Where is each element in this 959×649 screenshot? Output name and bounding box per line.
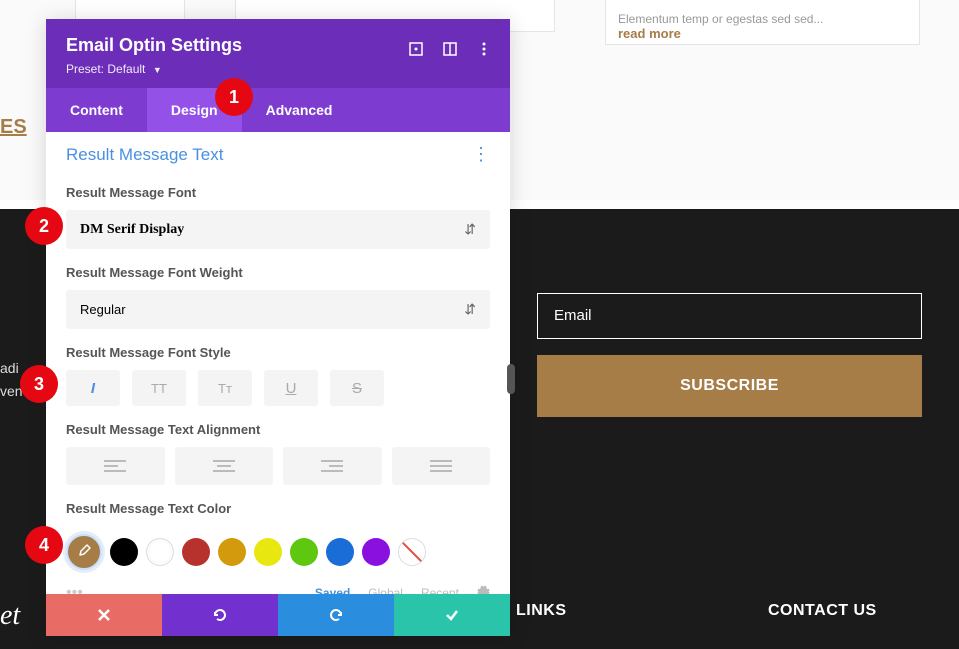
bg-text-fragment-3: et: [0, 600, 20, 632]
color-swatches: [46, 534, 510, 570]
panel-preset[interactable]: Preset: Default ▼: [66, 60, 490, 78]
align-center-button[interactable]: [175, 447, 274, 485]
align-field: Result Message Text Alignment: [46, 414, 510, 493]
chevron-down-icon: ▼: [153, 65, 162, 75]
color-swatch-purple[interactable]: [362, 538, 390, 566]
style-field: Result Message Font Style I TT Tᴛ U S: [46, 337, 510, 414]
panel-header: Email Optin Settings Preset: Default ▼: [46, 19, 510, 88]
weight-label: Result Message Font Weight: [66, 265, 490, 280]
style-italic-button[interactable]: I: [66, 370, 120, 406]
style-buttons: I TT Tᴛ U S: [66, 370, 490, 406]
color-swatch-yellow[interactable]: [254, 538, 282, 566]
font-select[interactable]: DM Serif Display ⇵: [66, 210, 490, 249]
annotation-badge-4: 4: [25, 526, 63, 564]
expand-icon[interactable]: [408, 41, 424, 57]
section-title: Result Message Text: [66, 145, 223, 165]
bg-text-fragment-1: adi: [0, 360, 19, 376]
color-label: Result Message Text Color: [66, 501, 490, 516]
font-label: Result Message Font: [66, 185, 490, 200]
settings-panel: Email Optin Settings Preset: Default ▼ C…: [46, 19, 510, 636]
color-picker-button[interactable]: [66, 534, 102, 570]
footer-links-heading: LINKS: [516, 602, 567, 620]
header-icons: [408, 41, 492, 57]
annotation-badge-2: 2: [25, 207, 63, 245]
align-right-button[interactable]: [283, 447, 382, 485]
align-justify-button[interactable]: [392, 447, 491, 485]
color-swatch-darkred[interactable]: [182, 538, 210, 566]
read-more-link[interactable]: read more: [618, 26, 907, 41]
color-swatch-white[interactable]: [146, 538, 174, 566]
color-swatch-blue[interactable]: [326, 538, 354, 566]
annotation-badge-1: 1: [215, 78, 253, 116]
subscribe-button[interactable]: SUBSCRIBE: [537, 355, 922, 417]
align-left-button[interactable]: [66, 447, 165, 485]
bg-card-3: Elementum temp or egestas sed sed... rea…: [605, 0, 920, 45]
color-swatch-black[interactable]: [110, 538, 138, 566]
undo-button[interactable]: [162, 594, 278, 636]
scrollbar[interactable]: [507, 364, 515, 394]
email-placeholder: Email: [554, 307, 592, 324]
style-smallcaps-button[interactable]: Tᴛ: [198, 370, 252, 406]
bottom-actions: [46, 594, 510, 636]
columns-icon[interactable]: [442, 41, 458, 57]
style-label: Result Message Font Style: [66, 345, 490, 360]
font-field: Result Message Font DM Serif Display ⇵: [46, 177, 510, 257]
panel-tabs: Content Design Advanced: [46, 88, 510, 132]
email-input[interactable]: Email: [537, 293, 922, 339]
preset-label: Preset: Default: [66, 62, 145, 76]
redo-button[interactable]: [278, 594, 394, 636]
color-swatch-none[interactable]: [398, 538, 426, 566]
section-header[interactable]: Result Message Text ⋮: [46, 132, 510, 177]
panel-body: Result Message Text ⋮ Result Message Fon…: [46, 132, 510, 594]
color-field: Result Message Text Color: [46, 493, 510, 534]
color-swatch-orange[interactable]: [218, 538, 246, 566]
chevron-icon: ⇵: [464, 301, 476, 318]
section-menu-icon[interactable]: ⋮: [472, 144, 490, 165]
font-value: DM Serif Display: [80, 222, 184, 238]
chevron-icon: ⇵: [464, 221, 476, 238]
bg-heading-fragment: ES: [0, 116, 27, 139]
align-label: Result Message Text Alignment: [66, 422, 490, 437]
tab-advanced[interactable]: Advanced: [242, 88, 357, 132]
align-buttons: [66, 447, 490, 485]
style-strikethrough-button[interactable]: S: [330, 370, 384, 406]
weight-field: Result Message Font Weight Regular ⇵: [46, 257, 510, 337]
more-icon[interactable]: [476, 41, 492, 57]
style-uppercase-button[interactable]: TT: [132, 370, 186, 406]
color-swatch-green[interactable]: [290, 538, 318, 566]
weight-select[interactable]: Regular ⇵: [66, 290, 490, 329]
weight-value: Regular: [80, 302, 126, 317]
footer-contact-heading: CONTACT US: [768, 602, 877, 620]
card-text: Elementum temp or egestas sed sed...: [618, 12, 907, 26]
annotation-badge-3: 3: [20, 365, 58, 403]
save-button[interactable]: [394, 594, 510, 636]
close-button[interactable]: [46, 594, 162, 636]
tab-content[interactable]: Content: [46, 88, 147, 132]
style-underline-button[interactable]: U: [264, 370, 318, 406]
